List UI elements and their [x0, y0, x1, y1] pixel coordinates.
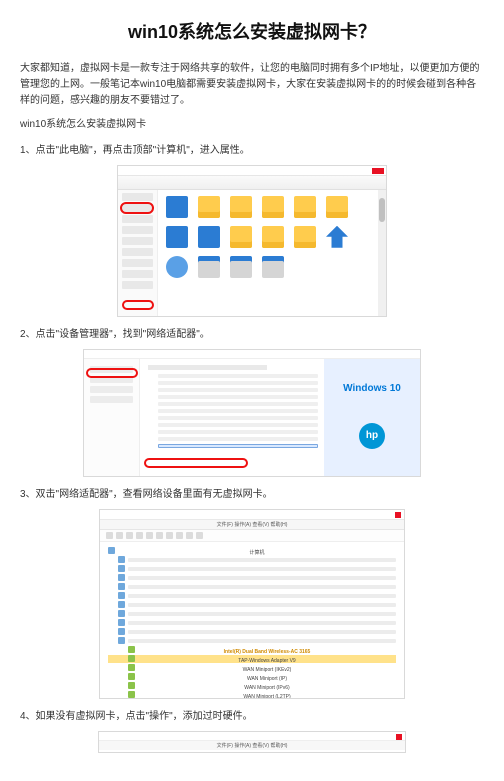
folder-icon	[294, 196, 316, 218]
red-highlight-network-adapter	[144, 458, 248, 468]
windows-logo-text: Windows 10	[343, 381, 401, 397]
network-icon	[166, 256, 188, 278]
folder-icon	[230, 196, 252, 218]
step-3-text: 3、双击"网络适配器"，查看网络设备里面有无虚拟网卡。	[20, 487, 484, 503]
wan-miniport-item: WAN Miniport (L2TP)	[108, 691, 396, 698]
step-4-text: 4、如果没有虚拟网卡，点击"操作"，添加过时硬件。	[20, 709, 484, 725]
red-highlight-device-manager	[86, 368, 138, 378]
downloads-icon	[326, 226, 348, 248]
drive-icon	[230, 256, 252, 278]
sub-heading: win10系统怎么安装虚拟网卡	[20, 117, 484, 133]
explorer-ribbon	[118, 176, 386, 190]
window-titlebar	[118, 166, 386, 176]
explorer-content-pane	[158, 190, 386, 316]
app-icon	[166, 226, 188, 248]
brand-panel: Windows 10 hp	[324, 359, 420, 476]
drive-icon	[198, 256, 220, 278]
folder-icon	[262, 226, 284, 248]
window-titlebar	[99, 732, 405, 741]
menu-bar: 文件(F) 操作(A) 查看(V) 帮助(H)	[100, 520, 404, 530]
scrollbar	[378, 190, 386, 316]
menu-bar: 文件(F) 操作(A) 查看(V) 帮助(H)	[99, 741, 405, 750]
folder-icon	[230, 226, 252, 248]
app-icon	[198, 226, 220, 248]
folder-icon	[326, 196, 348, 218]
window-titlebar	[100, 510, 404, 520]
toolbar-icons	[100, 530, 404, 542]
device-tree: 计算机 Intel(R) Dual Band Wireless-AC 3165 …	[100, 542, 404, 698]
intro-paragraph: 大家都知道，虚拟网卡是一款专注于网络共享的软件，让您的电脑同时拥有多个IP地址，…	[20, 61, 484, 109]
adapter-intel: Intel(R) Dual Band Wireless-AC 3165	[108, 646, 396, 654]
step-2-text: 2、点击"设备管理器"，找到"网络适配器"。	[20, 327, 484, 343]
red-highlight-sidebar-item	[122, 300, 154, 310]
window-titlebar	[84, 350, 420, 359]
step-1-text: 1、点击"此电脑"，再点击顶部"计算机"，进入属性。	[20, 143, 484, 159]
folder-icon	[198, 196, 220, 218]
screenshot-2-device-manager: Windows 10 hp	[83, 349, 421, 477]
adapter-tap-selected: TAP-Windows Adapter V9	[108, 655, 396, 663]
screenshot-4-cutoff: 文件(F) 操作(A) 查看(V) 帮助(H)	[98, 731, 406, 753]
red-highlight-this-pc	[120, 202, 154, 214]
hp-logo: hp	[359, 423, 385, 449]
folder-icon	[166, 196, 188, 218]
wan-miniport-item: WAN Miniport (IPv6)	[108, 682, 396, 690]
folder-icon	[262, 196, 284, 218]
wan-miniport-item: WAN Miniport (IP)	[108, 673, 396, 681]
folder-icon	[294, 226, 316, 248]
page-title: win10系统怎么安装虚拟网卡？	[20, 18, 484, 47]
screenshot-1-file-explorer	[117, 165, 387, 317]
wan-miniport-item: WAN Miniport (IKEv2)	[108, 664, 396, 672]
screenshot-3-network-adapters-tree: 文件(F) 操作(A) 查看(V) 帮助(H) 计算机 Intel(R) Dua…	[99, 509, 405, 699]
drive-icon	[262, 256, 284, 278]
